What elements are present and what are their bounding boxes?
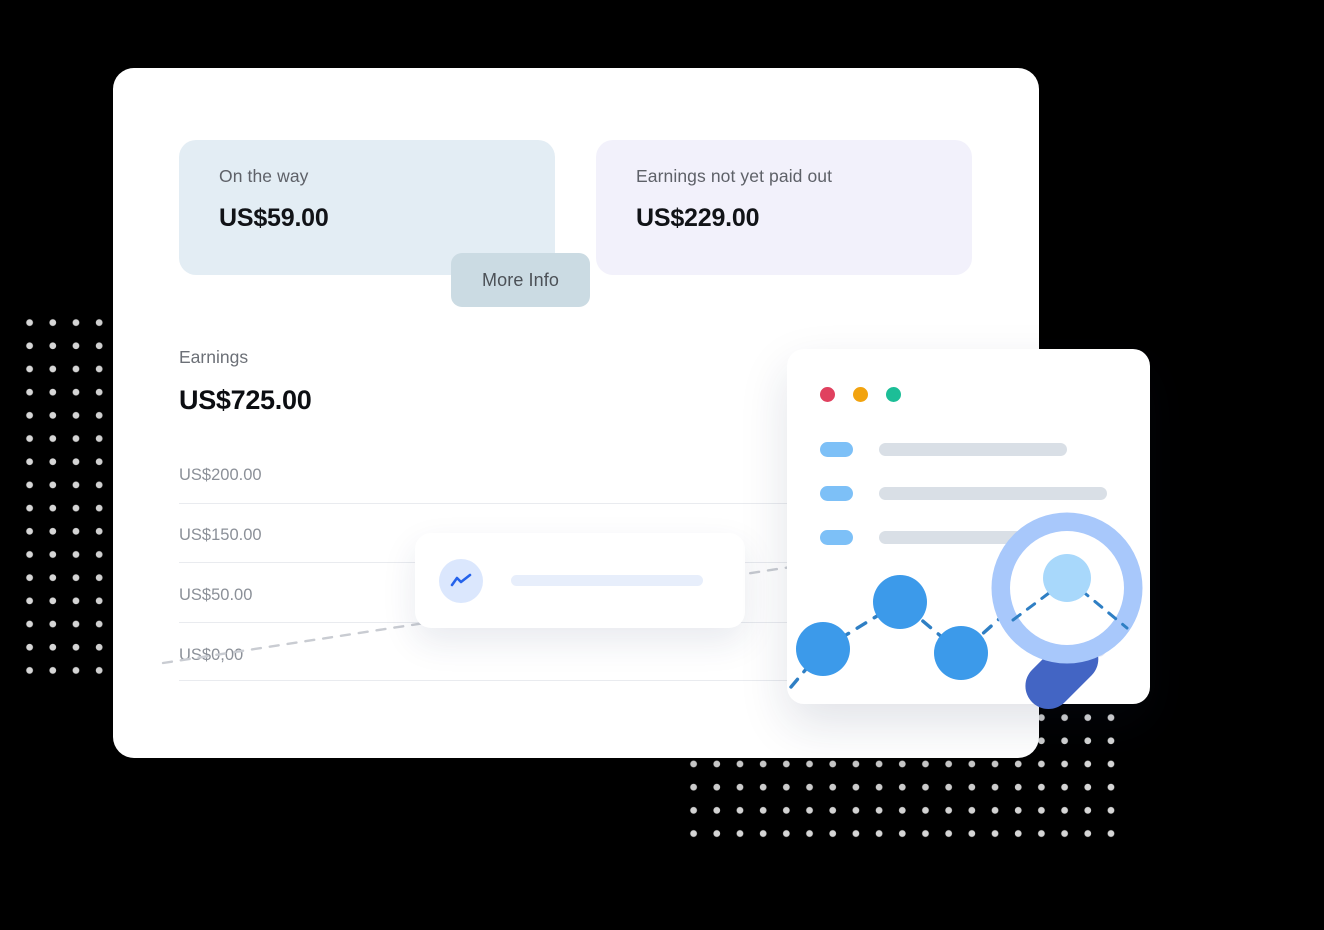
magnifier-icon (991, 512, 1143, 709)
chart-tooltip-card[interactable] (415, 533, 745, 628)
tooltip-placeholder-bar (511, 575, 703, 586)
illustration-stage: On the way US$59.00 More Info Earnings n… (0, 0, 1324, 930)
trend-line-icon (439, 558, 483, 603)
